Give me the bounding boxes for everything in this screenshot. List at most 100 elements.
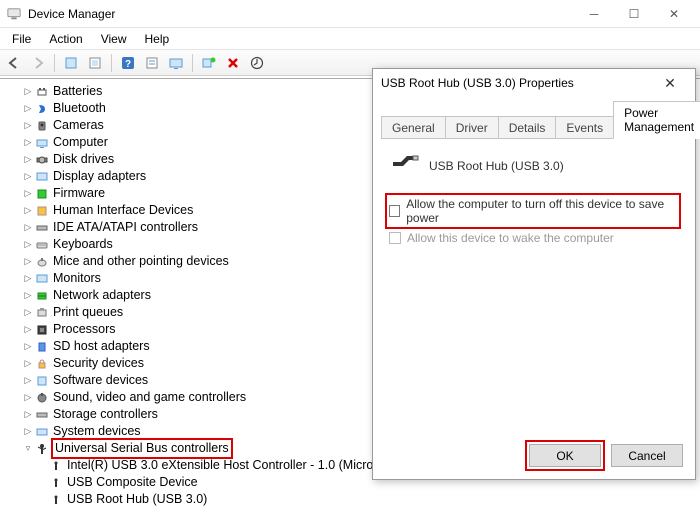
- category-icon: [34, 204, 50, 218]
- tree-label: Batteries: [53, 83, 102, 100]
- tree-label: IDE ATA/ATAPI controllers: [53, 219, 198, 236]
- toolbar-icon-4[interactable]: [142, 53, 162, 73]
- expand-icon[interactable]: ▷: [22, 372, 34, 389]
- tree-label: Cameras: [53, 117, 104, 134]
- expand-icon[interactable]: ▷: [22, 168, 34, 185]
- expand-icon[interactable]: ▷: [22, 151, 34, 168]
- dialog-tabs: General Driver Details Events Power Mana…: [373, 101, 695, 139]
- expand-icon[interactable]: ▷: [22, 389, 34, 406]
- maximize-button[interactable]: ☐: [614, 0, 654, 28]
- menu-help[interactable]: Help: [137, 30, 178, 48]
- category-icon: [34, 374, 50, 388]
- category-icon: [34, 340, 50, 354]
- help-icon[interactable]: ?: [118, 53, 138, 73]
- expand-icon[interactable]: ▷: [22, 304, 34, 321]
- option-allow-turnoff[interactable]: Allow the computer to turn off this devi…: [385, 193, 681, 229]
- category-icon: [34, 408, 50, 422]
- category-icon: [34, 85, 50, 99]
- minimize-button[interactable]: ─: [574, 0, 614, 28]
- usb-device-icon: [48, 476, 64, 490]
- tree-label: Print queues: [53, 304, 123, 321]
- device-header: USB Root Hub (USB 3.0): [391, 154, 681, 177]
- expand-icon[interactable]: ▷: [22, 287, 34, 304]
- expand-icon[interactable]: ▿: [22, 440, 34, 457]
- expand-icon[interactable]: ▷: [22, 83, 34, 100]
- tab-driver[interactable]: Driver: [445, 116, 499, 139]
- back-button[interactable]: [4, 53, 24, 73]
- expand-icon[interactable]: ▷: [22, 355, 34, 372]
- tree-label: Bluetooth: [53, 100, 106, 117]
- tree-label: Software devices: [53, 372, 148, 389]
- category-icon: [34, 153, 50, 167]
- checkbox-allow-turnoff[interactable]: [389, 205, 400, 217]
- tree-label: Human Interface Devices: [53, 202, 193, 219]
- tree-label: SD host adapters: [53, 338, 150, 355]
- toolbar-icon-2[interactable]: [85, 53, 105, 73]
- category-icon: [34, 102, 50, 116]
- app-icon: [6, 6, 22, 22]
- tree-label: USB Root Hub (USB 3.0): [67, 491, 207, 508]
- expand-icon[interactable]: ▷: [22, 100, 34, 117]
- expand-icon[interactable]: ▷: [22, 406, 34, 423]
- tab-power-management[interactable]: Power Management: [613, 101, 700, 139]
- toolbar-icon-5[interactable]: [166, 53, 186, 73]
- category-icon: [34, 255, 50, 269]
- tree-node-usb-child[interactable]: USB Root Hub (USB 3.0): [6, 491, 694, 508]
- menu-action[interactable]: Action: [41, 30, 90, 48]
- dialog-close-button[interactable]: ✕: [653, 75, 687, 92]
- expand-icon[interactable]: ▷: [22, 270, 34, 287]
- category-icon: [34, 136, 50, 150]
- category-icon: [34, 119, 50, 133]
- svg-text:?: ?: [125, 59, 131, 70]
- menu-file[interactable]: File: [4, 30, 39, 48]
- option-label: Allow this device to wake the computer: [407, 231, 614, 245]
- category-icon: [34, 221, 50, 235]
- tree-label: Network adapters: [53, 287, 151, 304]
- tab-events[interactable]: Events: [555, 116, 614, 139]
- ok-button[interactable]: OK: [529, 444, 601, 467]
- menu-view[interactable]: View: [93, 30, 135, 48]
- category-icon: [34, 357, 50, 371]
- category-icon: [34, 425, 50, 439]
- expand-icon[interactable]: ▷: [22, 321, 34, 338]
- expand-icon[interactable]: ▷: [22, 185, 34, 202]
- option-label: Allow the computer to turn off this devi…: [406, 197, 677, 225]
- usb-device-icon: [48, 459, 64, 473]
- expand-icon[interactable]: ▷: [22, 134, 34, 151]
- tree-label: USB Composite Device: [67, 474, 198, 491]
- toolbar-icon-1[interactable]: [61, 53, 81, 73]
- scan-hardware-icon[interactable]: [199, 53, 219, 73]
- tab-details[interactable]: Details: [498, 116, 557, 139]
- dialog-footer: OK Cancel: [373, 436, 695, 479]
- usb-icon: [34, 442, 50, 456]
- expand-icon[interactable]: ▷: [22, 338, 34, 355]
- close-button[interactable]: ✕: [654, 0, 694, 28]
- option-allow-wake: Allow this device to wake the computer: [387, 229, 681, 247]
- dialog-body: USB Root Hub (USB 3.0) Allow the compute…: [373, 140, 695, 436]
- tree-label: Sound, video and game controllers: [53, 389, 246, 406]
- forward-button[interactable]: [28, 53, 48, 73]
- expand-icon[interactable]: ▷: [22, 236, 34, 253]
- category-icon: [34, 170, 50, 184]
- device-name: USB Root Hub (USB 3.0): [429, 159, 564, 173]
- expand-icon[interactable]: ▷: [22, 253, 34, 270]
- tab-general[interactable]: General: [381, 116, 446, 139]
- expand-icon[interactable]: ▷: [22, 219, 34, 236]
- usb-device-icon: [48, 493, 64, 507]
- category-icon: [34, 306, 50, 320]
- expand-icon[interactable]: ▷: [22, 202, 34, 219]
- expand-icon[interactable]: ▷: [22, 117, 34, 134]
- category-icon: [34, 238, 50, 252]
- category-icon: [34, 391, 50, 405]
- expand-icon[interactable]: ▷: [22, 423, 34, 440]
- cancel-button[interactable]: Cancel: [611, 444, 683, 467]
- category-icon: [34, 289, 50, 303]
- tree-label-usb: Universal Serial Bus controllers: [51, 438, 233, 459]
- update-driver-icon[interactable]: [247, 53, 267, 73]
- uninstall-icon[interactable]: [223, 53, 243, 73]
- tree-label: Security devices: [53, 355, 144, 372]
- tree-label: Firmware: [53, 185, 105, 202]
- tree-label: Computer: [53, 134, 108, 151]
- category-icon: [34, 272, 50, 286]
- tree-label: Mice and other pointing devices: [53, 253, 229, 270]
